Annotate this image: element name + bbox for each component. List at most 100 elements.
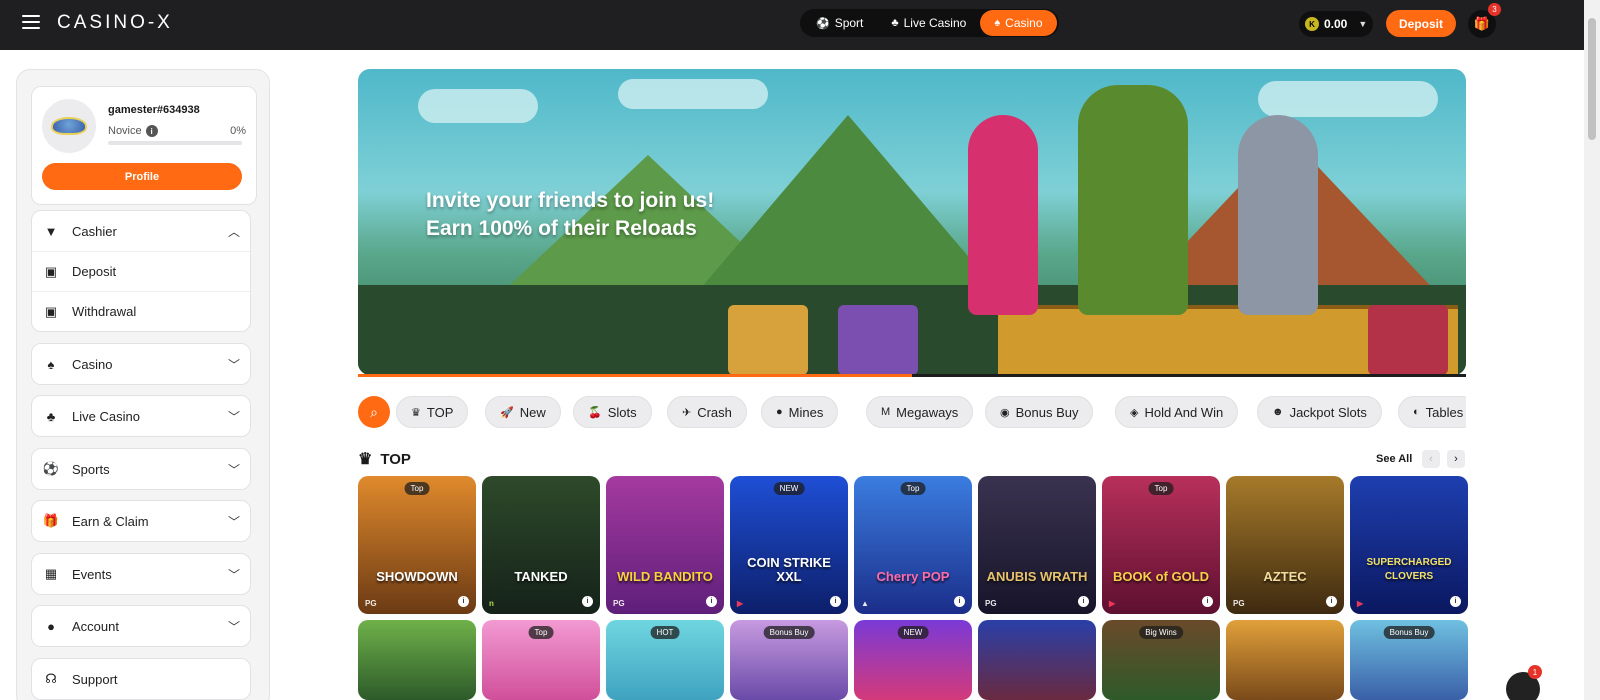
hamburger-menu-icon[interactable] [22, 15, 40, 29]
rank-progress-bar [108, 141, 242, 145]
info-icon[interactable]: i [1326, 596, 1337, 607]
info-icon[interactable]: i [1202, 596, 1213, 607]
info-icon[interactable]: i [706, 596, 717, 607]
info-icon[interactable]: i [582, 596, 593, 607]
filter-bonus-buy[interactable]: ◉ Bonus Buy [985, 396, 1094, 428]
banner-progress-fill [358, 374, 912, 377]
sidebar-item-cashier[interactable]: ▼ Cashier ︿ [32, 211, 250, 251]
section-title: ♛ TOP [358, 450, 411, 469]
game-name: AZTEC [1263, 569, 1307, 584]
page-scrollbar[interactable] [1584, 0, 1600, 700]
site-logo[interactable]: CASINO-X [57, 12, 173, 34]
provider-logo: ▲ [861, 599, 869, 608]
tab-sport[interactable]: ⚽ Sport [802, 10, 877, 36]
sidebar-group-earn-claim[interactable]: 🎁 Earn & Claim ﹀ [31, 500, 251, 542]
filter-hold-and-win[interactable]: ◈ Hold And Win [1115, 396, 1239, 428]
game-tile[interactable] [358, 620, 476, 700]
info-icon[interactable]: i [145, 125, 158, 137]
game-tile[interactable]: AZTEC PG i [1226, 476, 1344, 614]
game-tile[interactable]: SUPERCHARGED CLOVERS ▶ i [1350, 476, 1468, 614]
gift-box-shape [1368, 305, 1448, 375]
sidebar-group-sports[interactable]: ⚽ Sports ﹀ [31, 448, 251, 490]
filter-mines[interactable]: ● Mines [761, 396, 839, 428]
live-casino-icon: ♣ [46, 408, 56, 424]
profile-button[interactable]: Profile [42, 163, 242, 190]
balance-selector[interactable]: K 0.00 ▼ [1299, 11, 1373, 37]
info-icon[interactable]: i [458, 596, 469, 607]
tile-tag: Big Wins [1139, 626, 1183, 639]
game-tile[interactable]: Bonus Buy [1350, 620, 1468, 700]
game-tile[interactable]: Top Cherry POP ▲ i [854, 476, 972, 614]
sidebar-group-live-casino[interactable]: ♣ Live Casino ﹀ [31, 395, 251, 437]
filter-new[interactable]: 🚀 New [485, 396, 561, 428]
avatar[interactable] [42, 99, 96, 153]
rank-label: Novice i [108, 125, 158, 137]
tile-tag: Top [404, 482, 430, 495]
game-tile[interactable]: Bonus Buy [730, 620, 848, 700]
game-tile[interactable]: Big Wins [1102, 620, 1220, 700]
filter-crash[interactable]: ✈ Crash [667, 396, 747, 428]
game-tile[interactable] [1226, 620, 1344, 700]
banner-headline: Invite your friends to join us! Earn 100… [426, 189, 715, 240]
game-tile[interactable]: Top BOOK of GOLD ▶ i [1102, 476, 1220, 614]
tile-tag: NEW [897, 626, 929, 639]
game-tile[interactable]: ANUBIS WRATH PG i [978, 476, 1096, 614]
sidebar-item-deposit[interactable]: ▣ Deposit [32, 251, 250, 291]
sidebar: gamester#634938 Novice i 0% Profile ▼ Cash… [16, 69, 270, 700]
game-tile[interactable]: NEW [854, 620, 972, 700]
game-tile[interactable]: TANKED n i [482, 476, 600, 614]
game-tile[interactable]: WILD BANDITO PG i [606, 476, 724, 614]
sidebar-item-withdrawal[interactable]: ▣ Withdrawal [32, 291, 250, 331]
heroine-character [968, 115, 1038, 315]
game-tile[interactable] [978, 620, 1096, 700]
deposit-button[interactable]: Deposit [1386, 10, 1456, 37]
cloud-shape [418, 89, 538, 123]
game-name: SUPERCHARGED CLOVERS [1366, 557, 1452, 582]
game-tile[interactable]: Top SHOWDOWN PG i [358, 476, 476, 614]
chevron-down-icon: ﹀ [227, 358, 240, 372]
rocket-icon: 🚀 [500, 406, 514, 419]
headset-icon: ☊ [45, 671, 57, 686]
sidebar-group-account[interactable]: ● Account ﹀ [31, 605, 251, 647]
game-tile[interactable]: HOT [606, 620, 724, 700]
chevron-down-icon: ﹀ [227, 515, 240, 529]
filter-slots[interactable]: 🍒 Slots [573, 396, 652, 428]
filter-top[interactable]: ♛ TOP [396, 396, 469, 428]
see-all-link[interactable]: See All [1376, 453, 1412, 465]
sidebar-group-support[interactable]: ☊ Support [31, 658, 251, 700]
tile-tag: NEW [773, 482, 805, 495]
cloud-shape [1258, 81, 1438, 117]
user-icon: ● [47, 618, 55, 634]
game-name: COIN STRIKE XXL [747, 555, 831, 584]
game-tile[interactable]: NEW COIN STRIKE XXL ▶ i [730, 476, 848, 614]
sidebar-group-casino[interactable]: ♠ Casino ﹀ [31, 343, 251, 385]
info-icon[interactable]: i [954, 596, 965, 607]
filter-jackpot-slots[interactable]: ☻ Jackpot Slots [1257, 396, 1382, 428]
search-icon[interactable]: ⌕ [358, 396, 390, 428]
tab-live-casino[interactable]: ♣ Live Casino [877, 10, 980, 36]
gift-icon: 🎁 [42, 513, 60, 528]
calendar-icon: ▦ [44, 566, 58, 581]
info-icon[interactable]: i [1450, 596, 1461, 607]
promo-banner[interactable]: Invite your friends to join us! Earn 100… [358, 69, 1466, 375]
balance-amount: 0.00 [1324, 17, 1348, 31]
filter-megaways[interactable]: M Megaways [866, 396, 974, 428]
product-switcher: ⚽ Sport ♣ Live Casino ♠ Casino [800, 9, 1059, 37]
category-filters: ⌕ ♛ TOP 🚀 New 🍒 Slots ✈ Crash ● Mines M Megawa… [358, 396, 1466, 430]
filter-tables[interactable]: ◐ Tables [1398, 396, 1466, 428]
game-tile[interactable]: Top [482, 620, 600, 700]
bomb-icon: ● [776, 406, 783, 418]
provider-logo: n [489, 599, 494, 608]
crown-icon: ♛ [358, 451, 373, 468]
deposit-icon: ▣ [44, 263, 58, 279]
scrollbar-thumb[interactable] [1588, 18, 1596, 140]
info-icon[interactable]: i [1078, 596, 1089, 607]
gift-box-shape [728, 305, 808, 375]
chevron-right-icon[interactable]: › [1447, 450, 1465, 468]
gift-count-badge: 3 [1488, 3, 1501, 16]
chevron-left-icon[interactable]: ‹ [1422, 450, 1440, 468]
sidebar-group-events[interactable]: ▦ Events ﹀ [31, 553, 251, 595]
bonus-buy-icon: ◉ [1000, 406, 1010, 419]
info-icon[interactable]: i [830, 596, 841, 607]
tab-casino[interactable]: ♠ Casino [980, 10, 1057, 36]
